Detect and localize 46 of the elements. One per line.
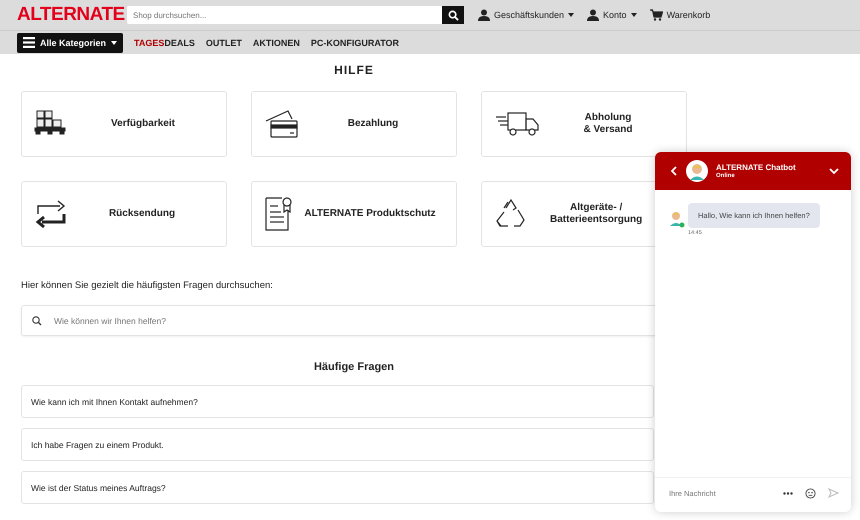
return-arrows-icon — [34, 198, 68, 230]
search-icon — [448, 10, 458, 20]
card-label: Altgeräte- / Batterieentsorgung — [550, 202, 642, 226]
search-intro-text: Hier können Sie gezielt die häufigsten Fragen durchsuchen: — [21, 280, 274, 291]
menu-icon — [23, 37, 35, 48]
search-icon — [32, 316, 42, 326]
chatbot-name: ALTERNATE Chatbot — [716, 163, 797, 172]
help-card[interactable]: Rücksendung — [21, 181, 227, 247]
card-label: Rücksendung — [108, 208, 176, 220]
delivery-truck-icon — [494, 110, 540, 138]
faq-item[interactable]: Wie ist der Status meines Auftrags? — [21, 471, 654, 504]
bot-avatar-icon — [669, 210, 685, 228]
emoji-icon[interactable] — [805, 488, 816, 498]
credit-card-icon — [264, 109, 300, 139]
help-card[interactable]: Bezahlung — [251, 91, 457, 157]
nav-link[interactable]: OUTLET — [206, 38, 242, 48]
card-label: Bezahlung — [346, 118, 400, 130]
header-link[interactable]: Geschäftskunden — [478, 9, 574, 21]
page-title: HILFE — [333, 63, 375, 77]
nav-link[interactable]: AKTIONEN — [252, 38, 300, 48]
user-icon — [587, 9, 600, 21]
categories-button[interactable]: Alle Kategorien — [17, 32, 124, 52]
help-card[interactable]: Verfügbarkeit — [21, 91, 227, 157]
search-field[interactable]: Shop durchsuchen... — [127, 6, 442, 24]
faq-item[interactable]: Wie kann ich mit Ihnen Kontakt aufnehmen? — [21, 385, 654, 418]
certificate-document-icon — [264, 196, 294, 232]
nav-link[interactable]: PC-KONFIGURATOR — [310, 38, 400, 48]
collapse-icon[interactable] — [829, 168, 839, 174]
card-label: ALTERNATE Produktschutz — [303, 208, 437, 220]
cart-icon — [650, 9, 663, 21]
logo[interactable]: ALTERNATE — [17, 4, 127, 26]
help-card[interactable]: ALTERNATE Produktschutz — [251, 181, 457, 247]
faq-item[interactable]: Ich habe Fragen zu einem Produkt. — [21, 428, 654, 461]
header-link[interactable]: Konto — [587, 9, 637, 21]
nav-link[interactable]: TAGESDEALS — [134, 38, 195, 48]
help-card[interactable]: Abholung & Versand — [481, 91, 687, 157]
faq-heading: Häufige Fragen — [312, 361, 396, 373]
user-icon — [478, 9, 490, 21]
search-button[interactable] — [442, 6, 464, 24]
back-icon[interactable] — [670, 166, 678, 176]
card-label: Abholung & Versand — [582, 112, 634, 136]
avatar-icon — [686, 160, 708, 182]
card-label: Verfügbarkeit — [110, 118, 176, 130]
header-link[interactable]: Warenkorb — [650, 9, 710, 21]
caret-icon — [111, 40, 118, 44]
more-icon[interactable] — [783, 492, 793, 494]
